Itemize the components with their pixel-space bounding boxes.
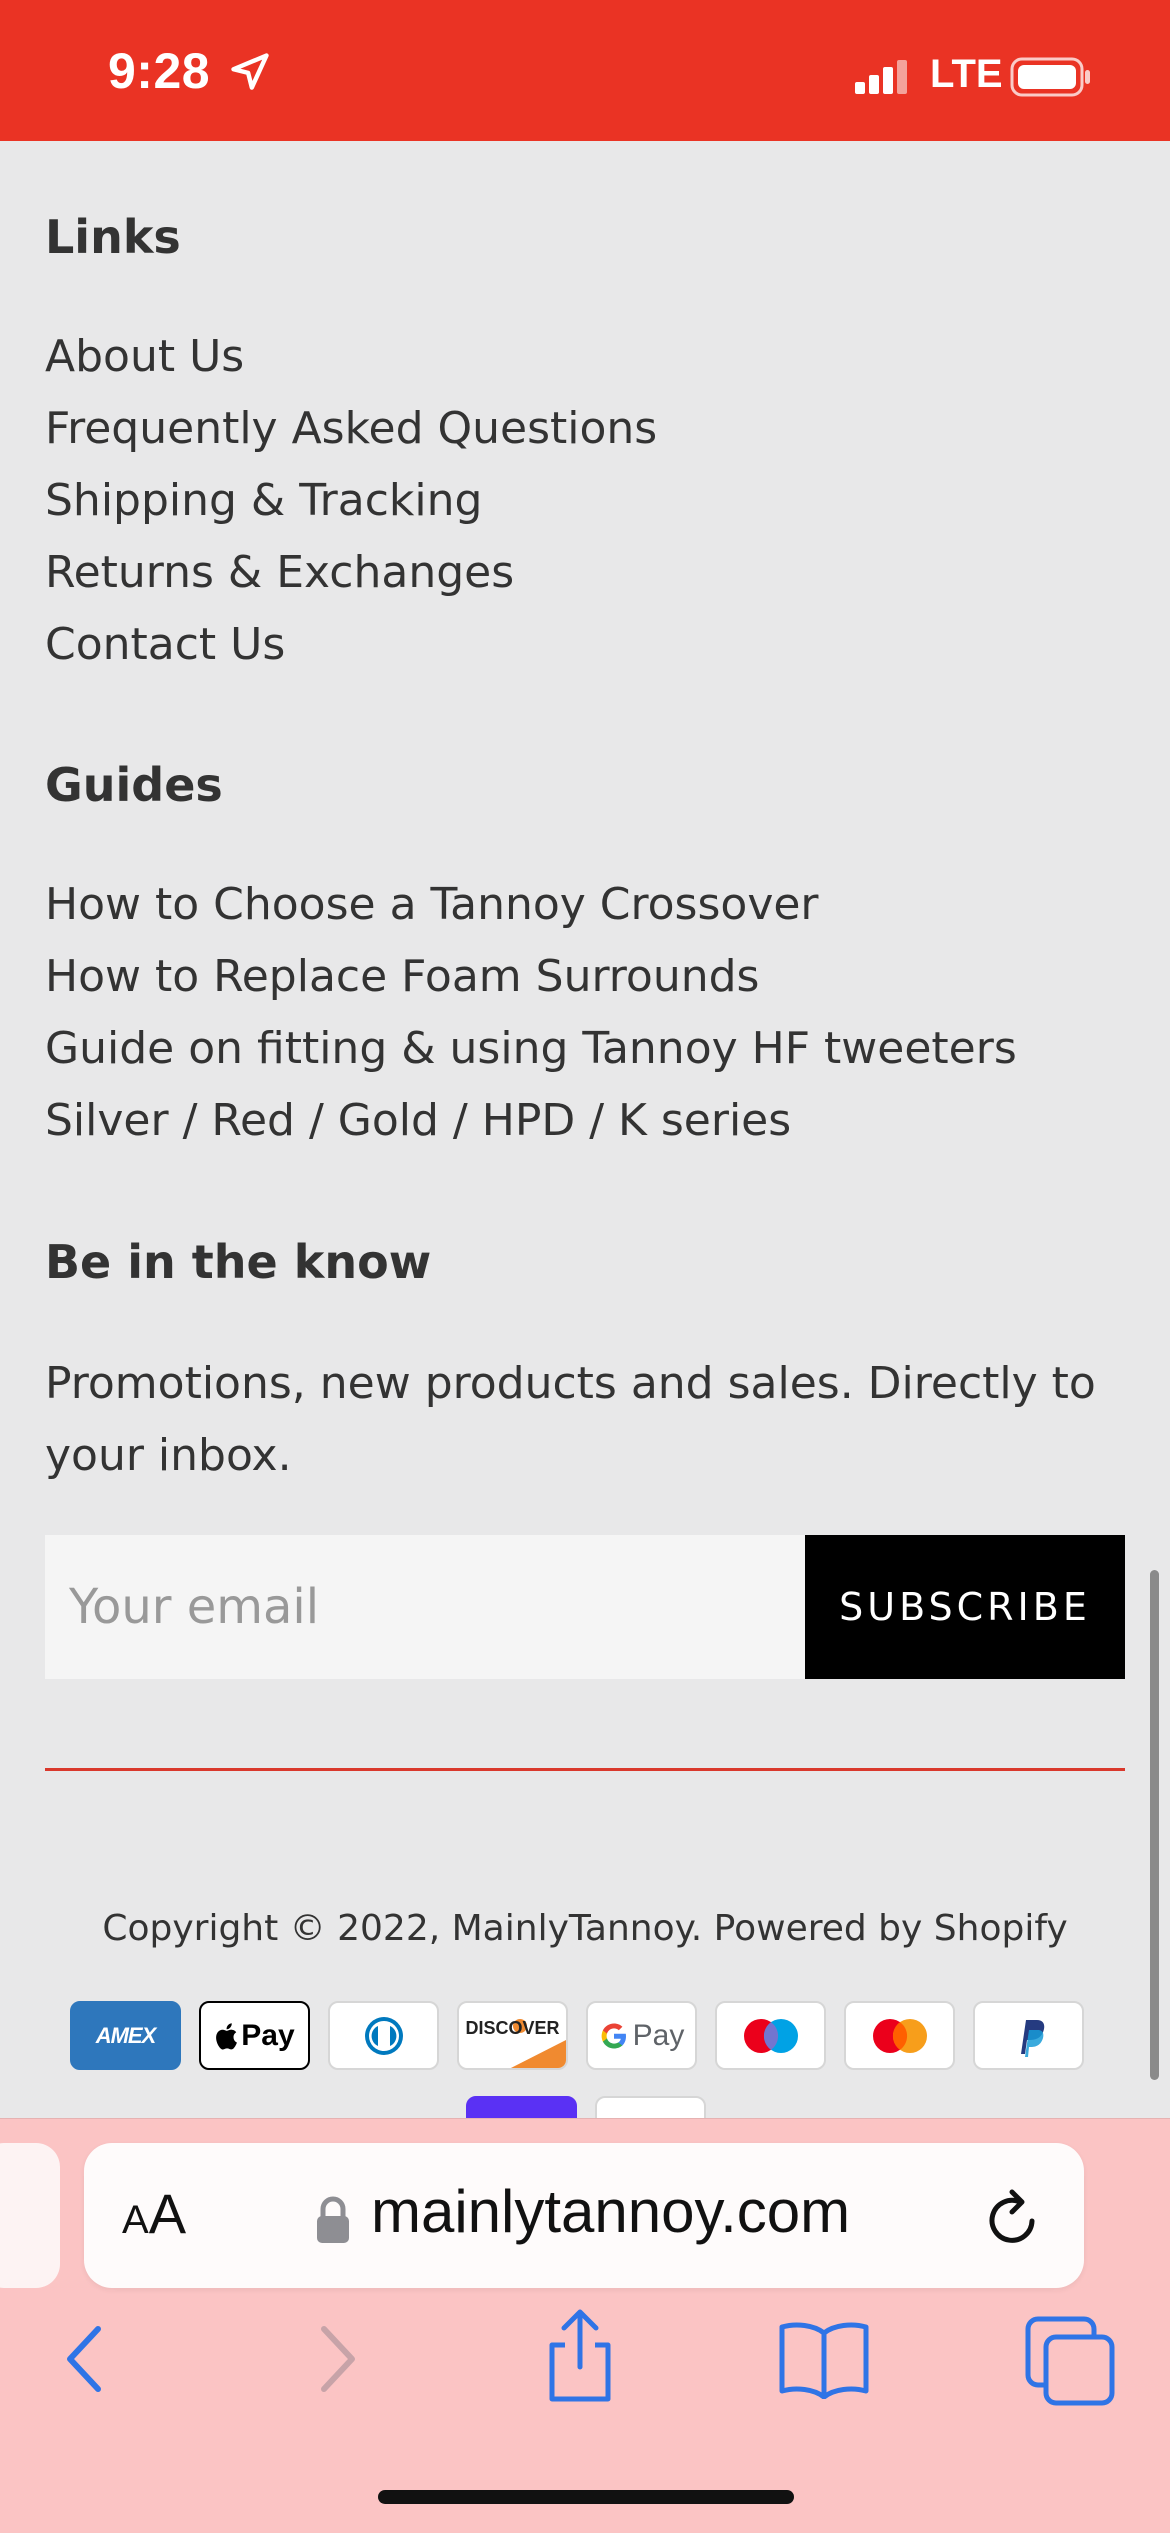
network-type: LTE — [930, 52, 1003, 96]
bookmarks-icon[interactable] — [776, 2319, 872, 2399]
reload-icon[interactable] — [982, 2183, 1046, 2251]
url-text[interactable]: mainlytannoy.com — [371, 2177, 850, 2246]
battery-icon — [1010, 57, 1090, 97]
cellular-signal-icon — [855, 60, 907, 94]
footer-link-shipping-tracking[interactable]: Shipping & Tracking — [45, 465, 657, 537]
guide-link-foam-surrounds[interactable]: How to Replace Foam Surrounds — [45, 941, 1135, 1013]
footer-divider — [45, 1768, 1125, 1771]
paypal-icon — [973, 2001, 1084, 2070]
links-heading: Links — [45, 210, 181, 264]
email-input[interactable] — [45, 1535, 805, 1679]
links-list: About Us Frequently Asked Questions Ship… — [45, 321, 657, 681]
status-time: 9:28 — [108, 43, 211, 99]
back-icon[interactable] — [60, 2319, 110, 2399]
copyright-text: Copyright © 2022, MainlyTannoy. Powered … — [102, 1908, 1068, 1949]
footer-link-returns-exchanges[interactable]: Returns & Exchanges — [45, 537, 657, 609]
footer-link-about-us[interactable]: About Us — [45, 321, 657, 393]
tabs-icon[interactable] — [1024, 2315, 1116, 2407]
page-scrollbar[interactable] — [1150, 1570, 1159, 2080]
diners-club-icon — [328, 2001, 439, 2070]
guides-heading: Guides — [45, 758, 223, 812]
newsletter-description: Promotions, new products and sales. Dire… — [45, 1358, 1096, 1481]
footer-link-faq[interactable]: Frequently Asked Questions — [45, 393, 657, 465]
guide-link-hf-tweeters[interactable]: Guide on fitting & using Tannoy HF tweet… — [45, 1013, 1135, 1157]
mastercard-icon — [844, 2001, 955, 2070]
newsletter-heading: Be in the know — [45, 1235, 432, 1289]
subscribe-button[interactable]: SUBSCRIBE — [805, 1535, 1125, 1679]
page-settings-button[interactable]: AA — [122, 2181, 186, 2246]
previous-tab-preview[interactable] — [0, 2143, 60, 2288]
forward-icon[interactable] — [312, 2319, 362, 2399]
guide-link-crossover[interactable]: How to Choose a Tannoy Crossover — [45, 869, 1135, 941]
home-indicator — [378, 2490, 794, 2504]
browser-toolbar: AA mainlytannoy.com — [0, 2118, 1170, 2533]
footer-link-contact-us[interactable]: Contact Us — [45, 609, 657, 681]
payment-icons: AMEX Pay DISCOVER Pay — [70, 2001, 1084, 2070]
guides-list: How to Choose a Tannoy Crossover How to … — [45, 869, 1135, 1157]
discover-icon: DISCOVER — [457, 2001, 568, 2070]
share-icon[interactable] — [540, 2307, 620, 2407]
google-pay-icon: Pay — [586, 2001, 697, 2070]
address-bar[interactable]: AA mainlytannoy.com — [84, 2143, 1084, 2288]
maestro-icon — [715, 2001, 826, 2070]
location-arrow-icon — [231, 53, 269, 90]
amex-icon: AMEX — [70, 2001, 181, 2070]
lock-icon — [317, 2196, 349, 2243]
status-bar: 9:28 LTE — [0, 0, 1170, 141]
apple-pay-icon: Pay — [199, 2001, 310, 2070]
